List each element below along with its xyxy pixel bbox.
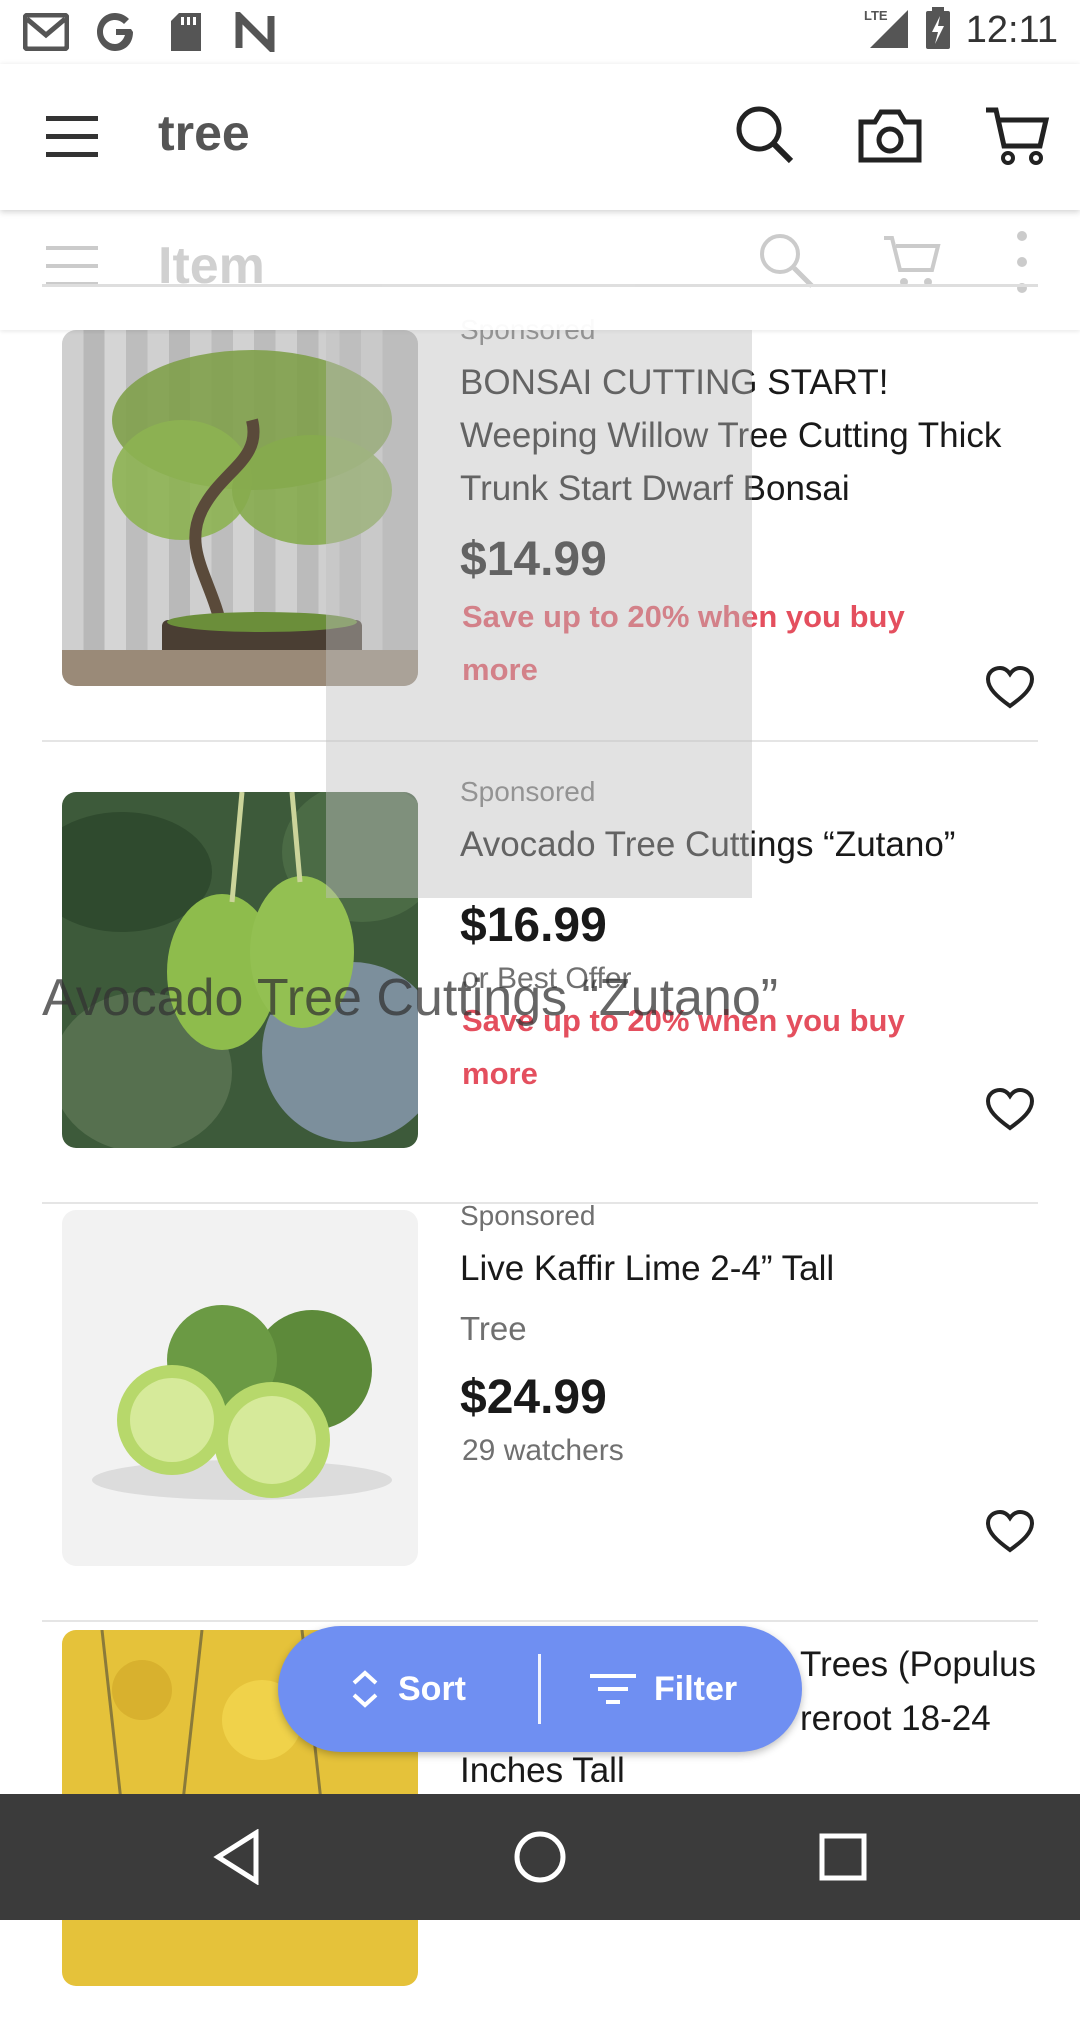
battery-charging-icon bbox=[924, 6, 952, 55]
ghost-title: Item bbox=[158, 237, 265, 295]
listing-title[interactable]: Live Kaffir Lime 2-4” Tall bbox=[460, 1242, 1030, 1295]
search-icon[interactable] bbox=[730, 100, 800, 170]
listing-price: $24.99 bbox=[460, 1371, 607, 1424]
status-bar: LTE 12:11 bbox=[0, 0, 1080, 64]
watch-heart-icon[interactable] bbox=[985, 1509, 1038, 1558]
listing-subtitle: Tree bbox=[460, 1310, 527, 1347]
drag-preview-text: Avocado Tree Cuttings “Zutano” bbox=[42, 969, 779, 1027]
listing-image-kaffir-lime[interactable] bbox=[62, 1210, 418, 1566]
navigation-bar bbox=[0, 1794, 1080, 1920]
app-bar: tree bbox=[0, 64, 1080, 210]
listing-title-line2[interactable]: reroot 18-24 bbox=[800, 1692, 1080, 1745]
google-icon bbox=[92, 8, 140, 56]
watchers-count: 29 watchers bbox=[462, 1434, 624, 1467]
filter-button[interactable]: Filter bbox=[590, 1626, 737, 1752]
back-icon[interactable] bbox=[204, 1824, 270, 1890]
home-icon[interactable] bbox=[507, 1824, 573, 1890]
sort-filter-bar: Sort Filter bbox=[278, 1626, 802, 1752]
svg-text:LTE: LTE bbox=[864, 8, 888, 23]
listing-title-line1[interactable]: Trees (Populus bbox=[800, 1638, 1080, 1691]
sponsored-label: Sponsored bbox=[460, 1200, 596, 1231]
n-app-icon bbox=[232, 8, 280, 56]
ghost-more-icon bbox=[1012, 228, 1032, 303]
recents-icon[interactable] bbox=[810, 1824, 876, 1890]
sort-icon bbox=[352, 1670, 378, 1708]
filter-label: Filter bbox=[654, 1669, 738, 1708]
gmail-icon bbox=[22, 8, 70, 56]
watch-heart-icon[interactable] bbox=[985, 1087, 1038, 1136]
search-query-title[interactable]: tree bbox=[158, 104, 250, 162]
sort-button[interactable]: Sort bbox=[350, 1626, 466, 1752]
lte-signal-icon: LTE bbox=[862, 6, 910, 55]
sort-label: Sort bbox=[398, 1669, 466, 1708]
clock: 12:11 bbox=[965, 9, 1058, 51]
camera-icon[interactable] bbox=[855, 100, 925, 170]
watch-heart-icon[interactable] bbox=[985, 665, 1038, 714]
drag-preview-overlay bbox=[326, 330, 752, 898]
list-item[interactable]: Sponsored Live Kaffir Lime 2-4” Tall Tre… bbox=[42, 1200, 1038, 1622]
ghost-header: Item bbox=[0, 210, 1080, 330]
listing-price: $16.99 bbox=[460, 899, 607, 952]
sd-card-icon bbox=[162, 8, 210, 56]
ghost-menu-icon bbox=[46, 240, 98, 297]
filter-icon bbox=[590, 1674, 636, 1704]
menu-icon[interactable] bbox=[44, 108, 100, 164]
cart-icon[interactable] bbox=[982, 100, 1052, 170]
